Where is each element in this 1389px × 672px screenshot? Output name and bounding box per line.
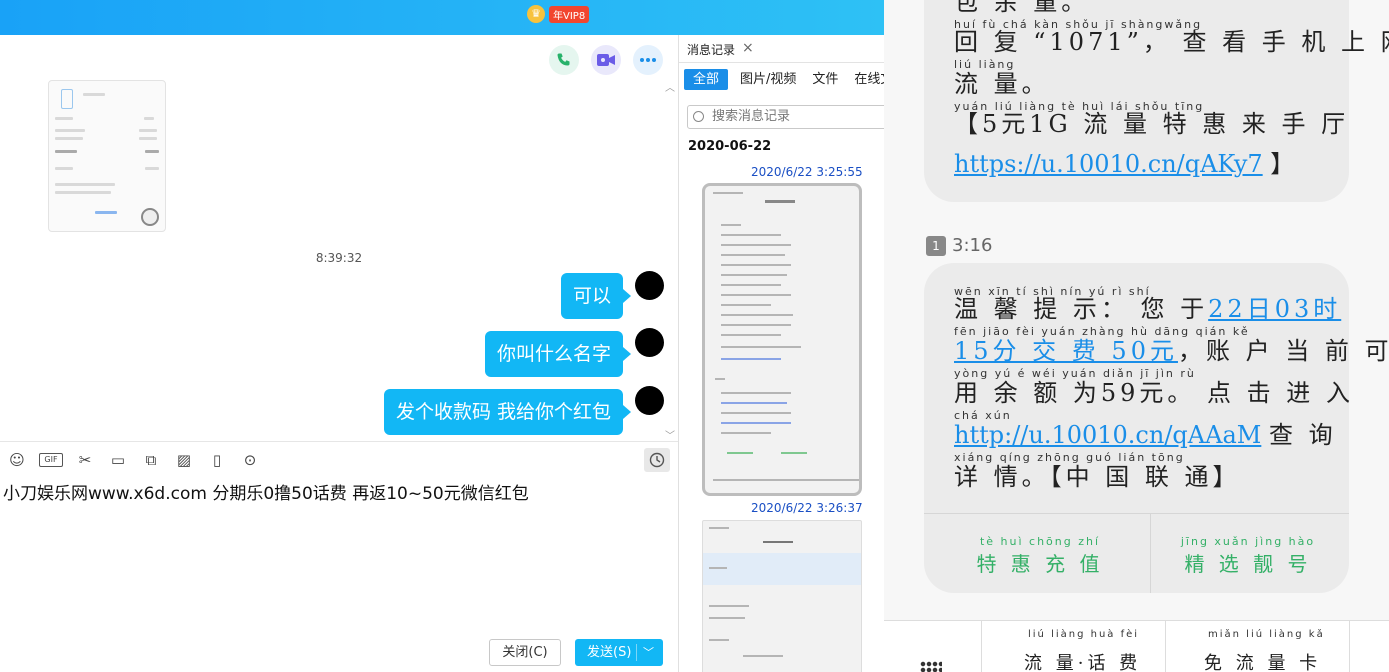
sms-text: 流 量。 <box>954 70 1050 98</box>
sms-text: 回 复 “1071”， 查 看 手 机 上 网 <box>954 28 1389 56</box>
chat-area: ︿ 8:39:32 可以 你叫什么名字 发个收款码 我给你个红包 ﹀ <box>0 35 678 442</box>
sms-text-line: http://u.10010.cn/qAAaM 查 询 <box>954 415 1337 450</box>
message-timestamp: 8:39:32 <box>315 251 363 265</box>
more-dots-icon <box>640 58 656 62</box>
voice-call-button[interactable] <box>549 45 579 75</box>
sms-text: 用 余 额 为59元。 点 击 进 入 <box>954 379 1354 407</box>
phone-icon <box>557 53 570 66</box>
sent-message[interactable]: 可以 <box>560 273 632 319</box>
video-camera-icon <box>597 54 615 66</box>
quick-action-numbers[interactable]: jīng xuǎn jìng hào 精 选 靓 号 <box>1142 513 1354 596</box>
tab-divider <box>679 62 884 63</box>
image-icon[interactable]: ▨ <box>173 450 195 470</box>
sms-text: 查 询 <box>1268 421 1337 449</box>
avatar[interactable] <box>635 271 664 300</box>
history-entry-time: 2020/6/22 3:26:37 <box>751 501 863 515</box>
document-icon[interactable]: ⧉ <box>140 450 162 470</box>
sms-text: 【5元1G 流 量 特 惠 来 手 厅 <box>954 110 1350 138</box>
sent-message[interactable]: 你叫什么名字 <box>484 331 632 377</box>
sms-text: ，账 户 当 前 可 <box>1177 337 1389 365</box>
filter-files[interactable]: 文件 <box>808 69 842 90</box>
menu-pinyin: liú liàng huà fèi <box>1028 629 1140 640</box>
message-input-area[interactable]: ☺ GIF ✂ ▭ ⧉ ▨ ▯ ⊙ 小刀娱乐网www.x6d.com 分期乐0撸… <box>0 441 678 672</box>
avatar[interactable] <box>635 386 664 415</box>
quick-action-recharge[interactable]: tè huì chōng zhí 特 惠 充 值 <box>934 513 1146 596</box>
more-circle-icon[interactable]: ⊙ <box>239 450 261 470</box>
send-options-chevron-icon[interactable]: ﹀ <box>643 639 654 666</box>
gif-icon[interactable]: GIF <box>39 453 63 467</box>
sms-link[interactable]: http://u.10010.cn/qAAaM <box>954 421 1261 449</box>
sms-time: 1 3:16 <box>926 235 992 256</box>
quick-action-label: 特 惠 充 值 <box>976 552 1104 576</box>
phone-sms-panel: 包 余 量。 huí fù chá kàn shǒu jī shàngwǎng … <box>884 0 1389 672</box>
avatar[interactable] <box>635 328 664 357</box>
menu-item-free-data-card[interactable]: 免 流 量 卡 <box>1204 649 1321 672</box>
keyboard-grid-icon[interactable] <box>920 661 942 672</box>
history-filters: 全部 图片/视频 文件 在线文 <box>684 69 884 90</box>
input-toolbar: ☺ GIF ✂ ▭ ⧉ ▨ ▯ ⊙ <box>6 450 261 470</box>
history-screenshot[interactable] <box>702 183 862 496</box>
shake-icon[interactable]: ▯ <box>206 450 228 470</box>
menu-pinyin: miǎn liú liàng kǎ <box>1208 629 1325 640</box>
sent-message[interactable]: 发个收款码 我给你个红包 <box>383 389 632 435</box>
scissors-icon[interactable]: ✂ <box>74 450 96 470</box>
shared-image-thumbnail[interactable] <box>48 80 166 232</box>
sms-time-label: 3:16 <box>952 235 993 256</box>
emoji-icon[interactable]: ☺ <box>6 450 28 470</box>
sms-link[interactable]: 22日03时 <box>1208 295 1341 323</box>
history-entry-time: 2020/6/22 3:25:55 <box>751 165 863 179</box>
zoom-in-icon[interactable] <box>141 208 159 226</box>
close-button[interactable]: 关闭(C) <box>489 639 561 666</box>
scroll-down-icon[interactable]: ﹀ <box>665 427 675 442</box>
search-placeholder: 搜索消息记录 <box>712 109 791 124</box>
filter-images-videos[interactable]: 图片/视频 <box>736 69 800 90</box>
send-divider <box>636 644 637 661</box>
history-search-input[interactable]: 搜索消息记录 <box>687 105 884 129</box>
video-call-button[interactable] <box>591 45 621 75</box>
vip-badge: 年VIP8 <box>549 5 590 23</box>
phone-glyph-icon <box>61 89 73 109</box>
sms-bottom-menu: liú liàng huà fèi 流 量·话 费 miǎn liú liàng… <box>884 620 1389 672</box>
quick-action-label: 精 选 靓 号 <box>1184 552 1312 576</box>
top-banner: ♛ 年VIP8 <box>0 0 884 35</box>
tab-message-history[interactable]: 消息记录 <box>687 41 735 58</box>
vip-indicator[interactable]: ♛ 年VIP8 <box>527 5 590 23</box>
scroll-up-icon[interactable]: ︿ <box>665 79 675 94</box>
folder-icon[interactable]: ▭ <box>107 450 129 470</box>
message-input-text[interactable]: 小刀娱乐网www.x6d.com 分期乐0撸50话费 再返10~50元微信红包 <box>3 479 529 504</box>
close-icon[interactable]: × <box>742 40 754 56</box>
quick-action-pinyin: jīng xuǎn jìng hào <box>1180 535 1316 548</box>
sms-text-line: 15分 交 费 50元，账 户 当 前 可 <box>954 331 1389 366</box>
sms-text-line: 温 馨 提 示： 您 于22日03时 <box>954 289 1341 324</box>
quick-action-pinyin: tè huì chōng zhí <box>979 535 1101 548</box>
clock-icon <box>649 452 665 468</box>
search-icon <box>693 111 704 122</box>
message-history-panel: 消息记录 × 全部 图片/视频 文件 在线文 搜索消息记录 2020-06-22… <box>678 35 884 672</box>
message-history-button[interactable] <box>644 448 670 472</box>
filter-online-docs[interactable]: 在线文 <box>850 69 884 90</box>
sms-link[interactable]: 15分 交 费 50元 <box>954 337 1178 365</box>
sim-card-icon: 1 <box>926 235 946 256</box>
history-screenshot[interactable] <box>702 520 862 672</box>
sms-link[interactable]: https://u.10010.cn/qAKy7 <box>954 150 1263 178</box>
sms-bubble: wēn xīn tí shì nín yú rì shí 温 馨 提 示： 您 … <box>924 263 1388 596</box>
more-options-button[interactable] <box>633 45 663 75</box>
sms-text: 详 情。【中 国 联 通】 <box>954 463 1241 491</box>
sms-text: 温 馨 提 示： 您 于 <box>954 295 1209 323</box>
sms-bracket: 】 <box>1270 150 1295 178</box>
sms-text: 包 余 量。 <box>954 0 1090 16</box>
sms-link-line: https://u.10010.cn/qAKy7 】 <box>954 144 1294 179</box>
send-label: 发送(S) <box>587 645 632 660</box>
send-button[interactable]: 发送(S) ﹀ <box>575 639 663 666</box>
sms-bubble: 包 余 量。 huí fù chá kàn shǒu jī shàngwǎng … <box>924 0 1389 202</box>
menu-item-data-fee[interactable]: 流 量·话 费 <box>1024 649 1141 672</box>
filter-all[interactable]: 全部 <box>684 69 729 90</box>
history-date: 2020-06-22 <box>688 139 772 154</box>
crown-icon: ♛ <box>527 5 545 23</box>
screen: ♛ 年VIP8 ︿ 8:39:32 可以 你叫什么名字 发个收款码 我给你个红包… <box>0 0 1389 672</box>
